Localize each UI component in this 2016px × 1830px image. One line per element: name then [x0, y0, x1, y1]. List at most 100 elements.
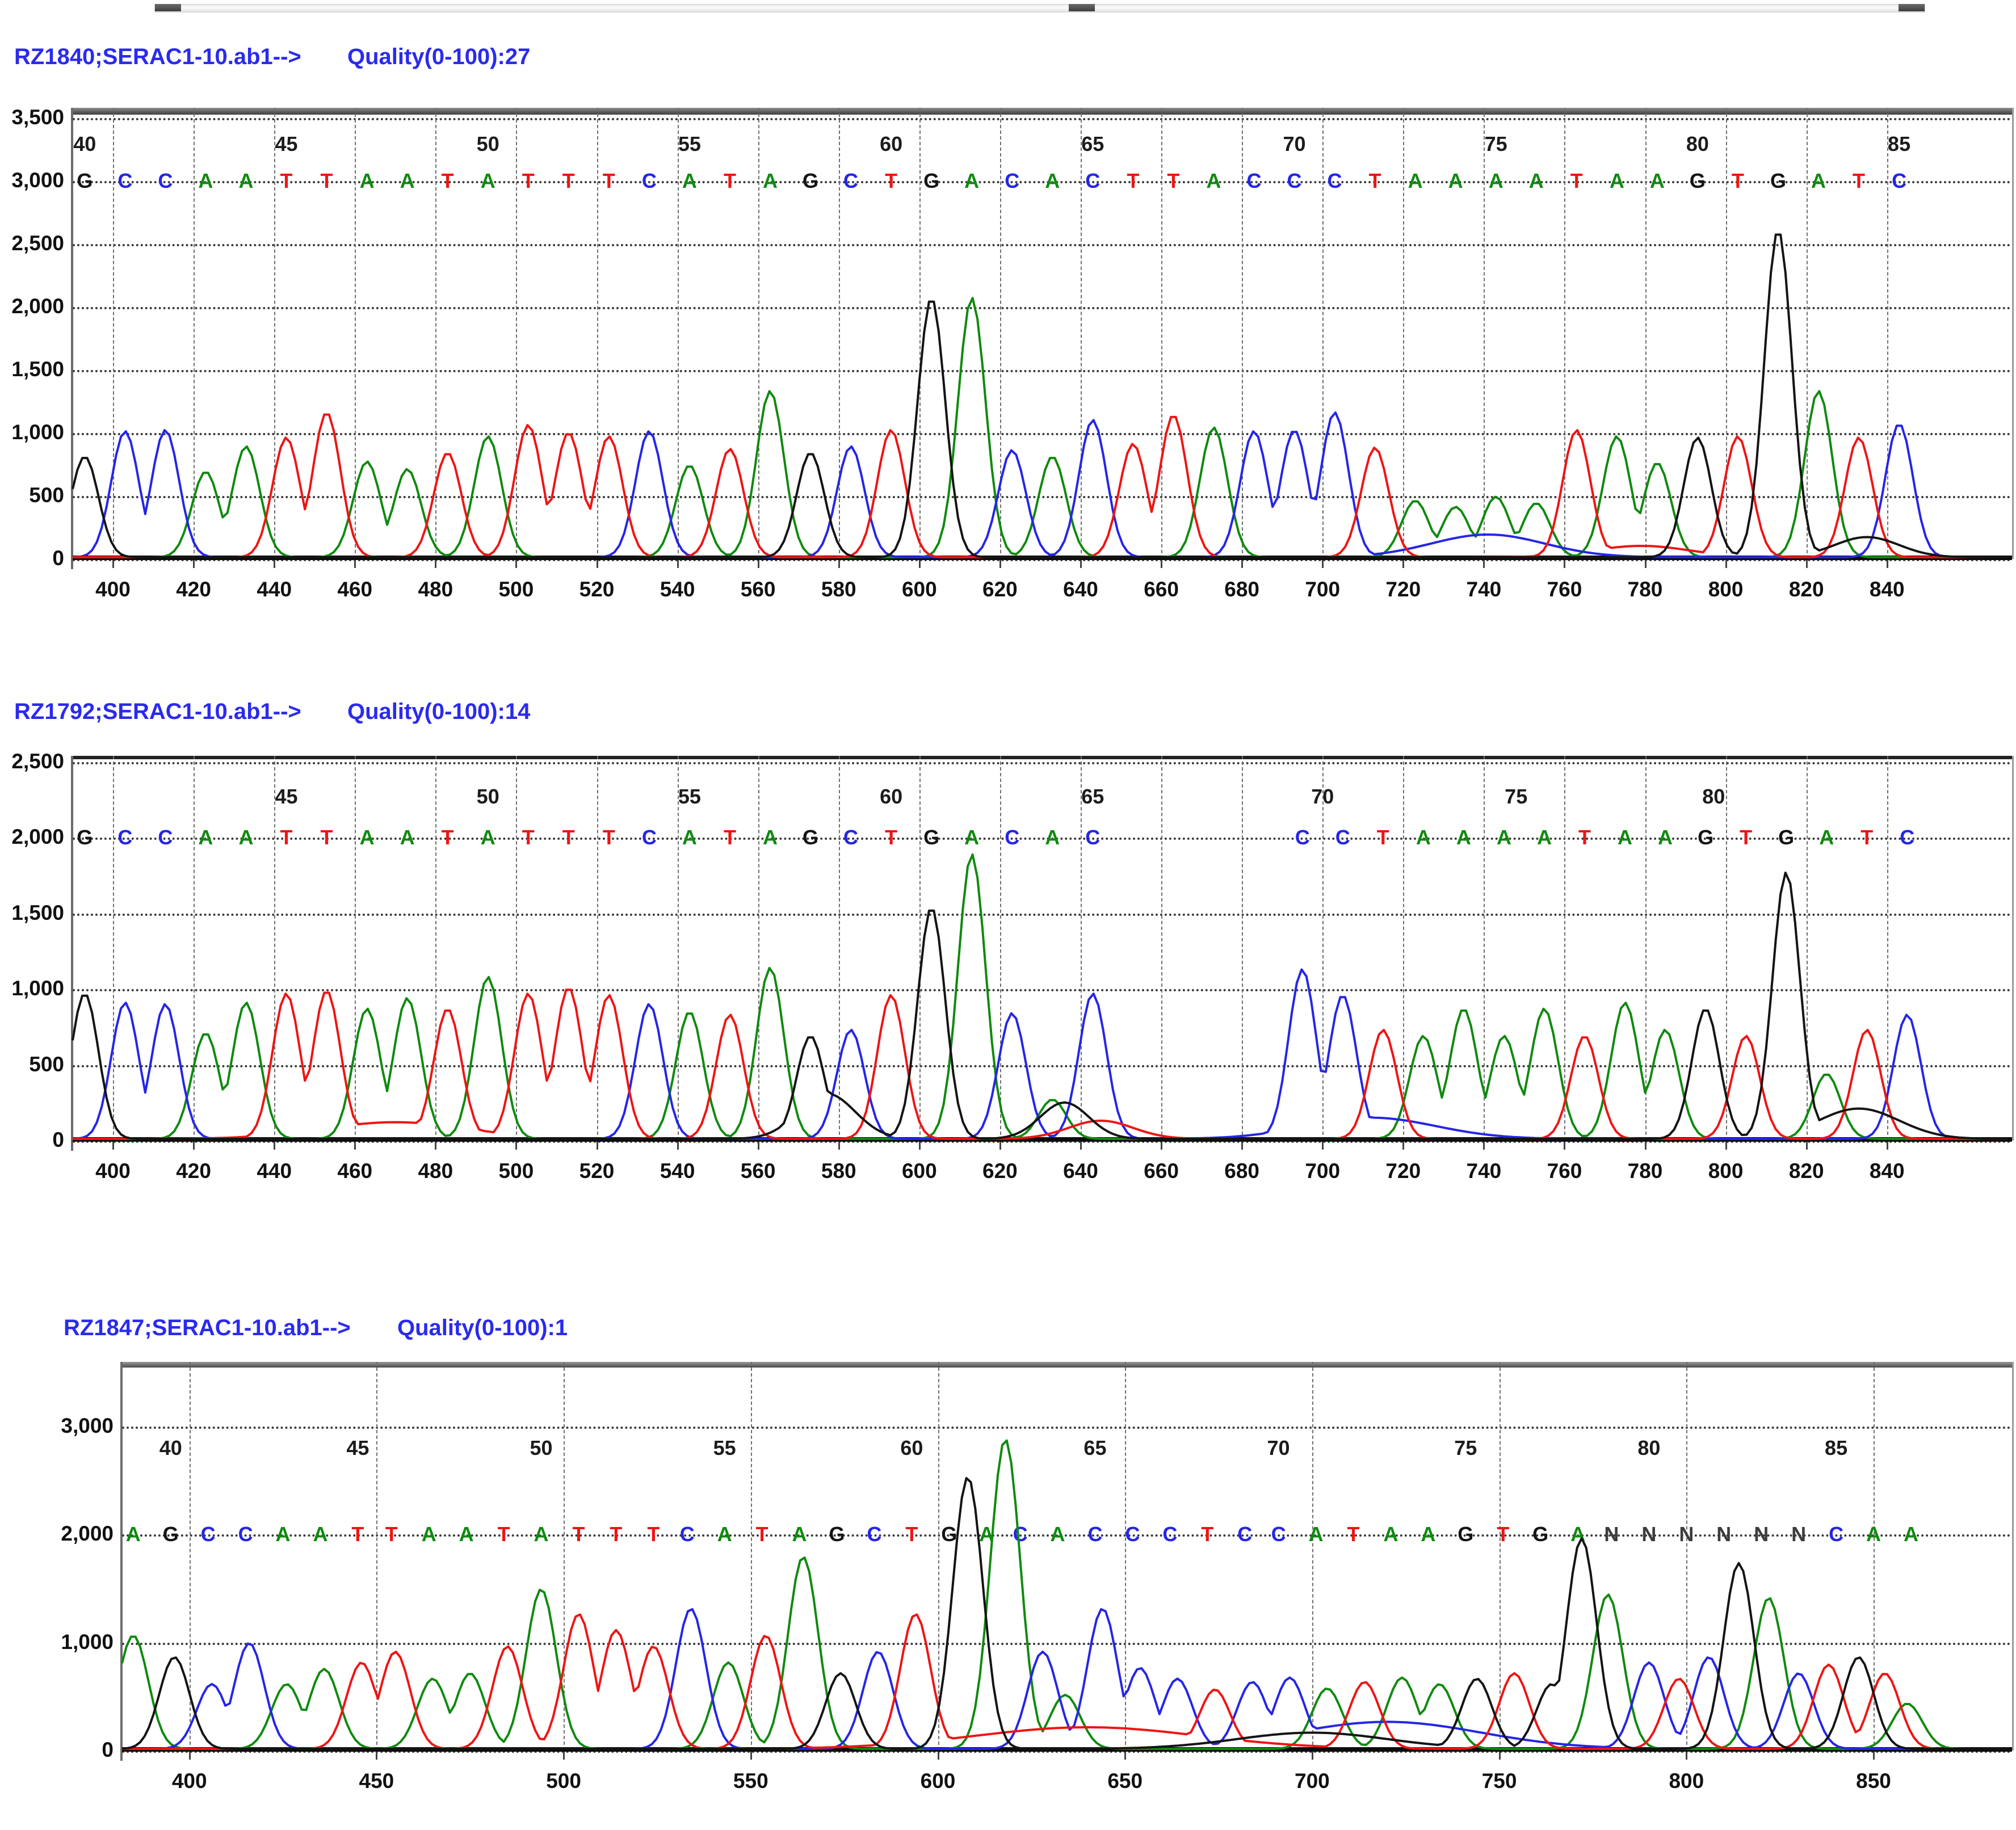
x-axis-tick-mark: [376, 1751, 377, 1760]
x-axis-tick-label: 450: [331, 1769, 422, 1793]
base-call: A: [1309, 1522, 1324, 1546]
trace-path-G: [73, 873, 2008, 1139]
trace-path-T: [73, 415, 2008, 557]
x-axis-tick-mark: [1806, 1141, 1808, 1150]
base-call: G: [803, 826, 818, 849]
base-position-number: 65: [1083, 1436, 1106, 1460]
gridline-vertical: [1161, 108, 1162, 559]
base-call: T: [1860, 826, 1873, 849]
base-call: N: [1791, 1522, 1806, 1546]
base-call: C: [1892, 169, 1906, 193]
x-axis-tick-label: 500: [518, 1769, 609, 1793]
base-call: C: [1328, 169, 1342, 193]
base-call: A: [238, 826, 253, 849]
base-call: G: [163, 1522, 179, 1546]
gridline-vertical: [1726, 756, 1727, 1141]
base-call: T: [1853, 169, 1865, 193]
gridline-vertical: [1645, 108, 1647, 559]
x-axis-tick-mark: [758, 559, 759, 568]
base-call: A: [763, 169, 778, 193]
gridline-vertical: [1403, 108, 1404, 559]
base-call: N: [1754, 1522, 1769, 1546]
x-axis-tick-label: 760: [1519, 1159, 1610, 1183]
base-call: A: [717, 1522, 732, 1546]
base-call: T: [321, 169, 333, 193]
base-call: A: [1045, 826, 1060, 849]
base-call: C: [1900, 826, 1914, 849]
base-call: C: [1162, 1522, 1177, 1546]
y-axis-tick-label: 0: [28, 1738, 114, 1762]
base-call: A: [126, 1522, 141, 1546]
base-call: C: [843, 826, 858, 849]
base-call: T: [1578, 826, 1591, 849]
base-position-number: 65: [1081, 132, 1104, 156]
x-axis-tick-label: 760: [1519, 578, 1610, 601]
x-axis-tick-mark: [919, 559, 921, 568]
gridline-vertical: [839, 756, 840, 1141]
x-axis-tick-label: 520: [552, 1159, 642, 1183]
base-call: T: [442, 826, 454, 849]
gridline-vertical: [758, 756, 759, 1141]
gridline-vertical: [355, 756, 356, 1141]
y-axis-tick-label: 500: [0, 1053, 64, 1076]
gridline-vertical: [919, 108, 921, 559]
gridline-horizontal: [73, 433, 2012, 435]
base-call: T: [498, 1522, 510, 1546]
x-axis-line: [73, 1137, 2012, 1142]
gridline-horizontal: [122, 1643, 2012, 1645]
gridline-vertical: [1500, 1362, 1501, 1751]
base-call: A: [964, 826, 979, 849]
base-call: G: [803, 169, 818, 193]
x-axis-tick-mark: [677, 1141, 679, 1150]
x-axis-tick-mark: [435, 1141, 436, 1150]
base-call: C: [1829, 1522, 1843, 1546]
base-call: A: [400, 169, 415, 193]
base-call: T: [522, 169, 535, 193]
gridline-vertical: [1242, 108, 1243, 559]
gridline-vertical: [1312, 1362, 1313, 1751]
gridline-vertical: [1484, 756, 1485, 1141]
x-axis-tick-mark: [838, 559, 840, 568]
base-position-number: 75: [1454, 1436, 1477, 1460]
trace-path-C: [73, 413, 2008, 557]
x-axis-tick-mark: [1564, 1141, 1565, 1150]
x-axis-tick-label: 500: [471, 578, 561, 601]
gridline-vertical: [938, 1362, 939, 1751]
gridline-horizontal: [73, 244, 2012, 246]
x-axis-tick-label: 580: [793, 578, 884, 601]
gridline-vertical: [1000, 108, 1001, 559]
gridline-vertical: [1887, 756, 1888, 1141]
gridline-vertical: [1484, 108, 1485, 559]
gridline-horizontal: [73, 838, 2012, 840]
gridline-vertical: [564, 1362, 565, 1751]
x-axis-tick-label: 740: [1438, 1159, 1529, 1183]
base-call: A: [459, 1522, 474, 1546]
base-position-number: 55: [713, 1436, 736, 1460]
base-position-number: 60: [880, 132, 902, 156]
base-call: T: [385, 1522, 398, 1546]
x-axis-tick-label: 440: [229, 578, 320, 601]
base-call: A: [1051, 1522, 1065, 1546]
x-axis-tick-label: 780: [1600, 578, 1691, 601]
base-position-number: 45: [275, 132, 297, 156]
base-call: A: [481, 826, 495, 849]
base-call: T: [351, 1522, 364, 1546]
x-axis-tick-mark: [1645, 559, 1647, 568]
base-call: T: [885, 826, 897, 849]
x-axis-tick-label: 680: [1196, 1159, 1287, 1183]
y-axis-tick-label: 1,000: [0, 420, 64, 444]
y-axis-tick-label: 500: [0, 483, 64, 507]
trace-path-A: [73, 855, 2008, 1139]
x-axis-tick-mark: [1322, 1141, 1324, 1150]
base-call: C: [642, 169, 657, 193]
x-axis-tick-mark: [112, 559, 114, 568]
window-top-strip: [154, 4, 1925, 12]
x-axis-tick-mark: [1161, 1141, 1162, 1150]
base-call: A: [1489, 169, 1503, 193]
gridline-vertical: [194, 108, 195, 559]
x-axis-tick-mark: [1887, 1141, 1888, 1150]
base-call: A: [1811, 169, 1826, 193]
x-axis-tick-mark: [274, 1141, 275, 1150]
x-axis-tick-label: 820: [1761, 1159, 1852, 1183]
x-axis-tick-mark: [274, 559, 275, 568]
